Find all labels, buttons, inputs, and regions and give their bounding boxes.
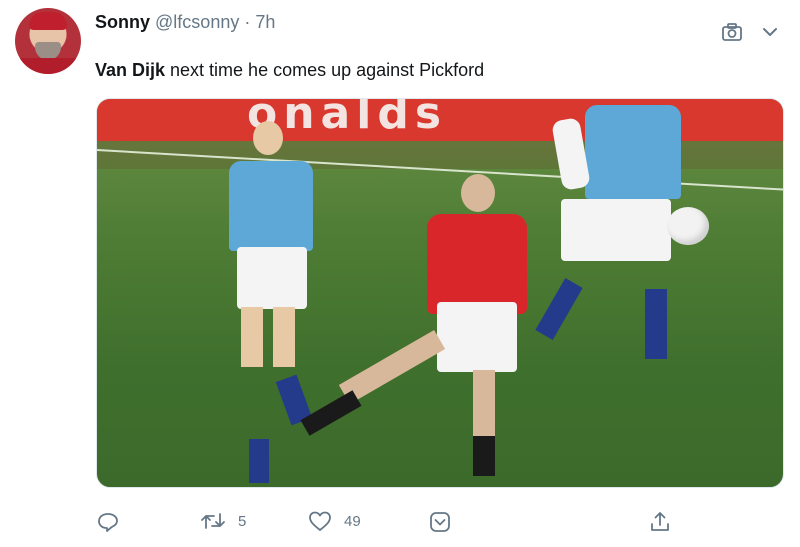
chevron-down-icon[interactable] [758,20,782,44]
like-icon [309,511,331,531]
handle[interactable]: @lfcsonny [155,12,239,32]
retweet-button[interactable]: 5 [200,510,246,532]
display-name[interactable]: Sonny [95,12,150,32]
reply-icon [98,513,118,532]
retweet-icon [201,513,225,529]
tweet-text: Van Dijk next time he comes up against P… [95,60,484,81]
camera-icon[interactable] [720,20,744,44]
timestamp[interactable]: 7h [255,12,275,32]
share-icon [651,512,669,531]
tweet-actions: 5 49 [96,510,686,538]
share-button[interactable] [648,510,672,534]
header-actions [720,20,782,44]
tweet-media-image[interactable]: onalds [96,98,784,488]
retweet-count: 5 [238,512,247,530]
dm-button[interactable] [428,510,452,534]
separator-dot: · [244,12,251,32]
tweet-header: Sonny @lfcsonny · 7h [95,12,275,33]
avatar[interactable] [15,8,81,74]
football [667,207,709,245]
tweet-text-bold: Van Dijk [95,60,166,80]
like-button[interactable]: 49 [308,510,361,532]
dm-icon [430,512,450,532]
reply-button[interactable] [96,510,120,534]
avatar-shirt [15,58,81,74]
tweet-text-rest: next time he comes up against Pickford [165,60,485,80]
avatar-cap [29,12,67,30]
like-count: 49 [344,512,361,530]
